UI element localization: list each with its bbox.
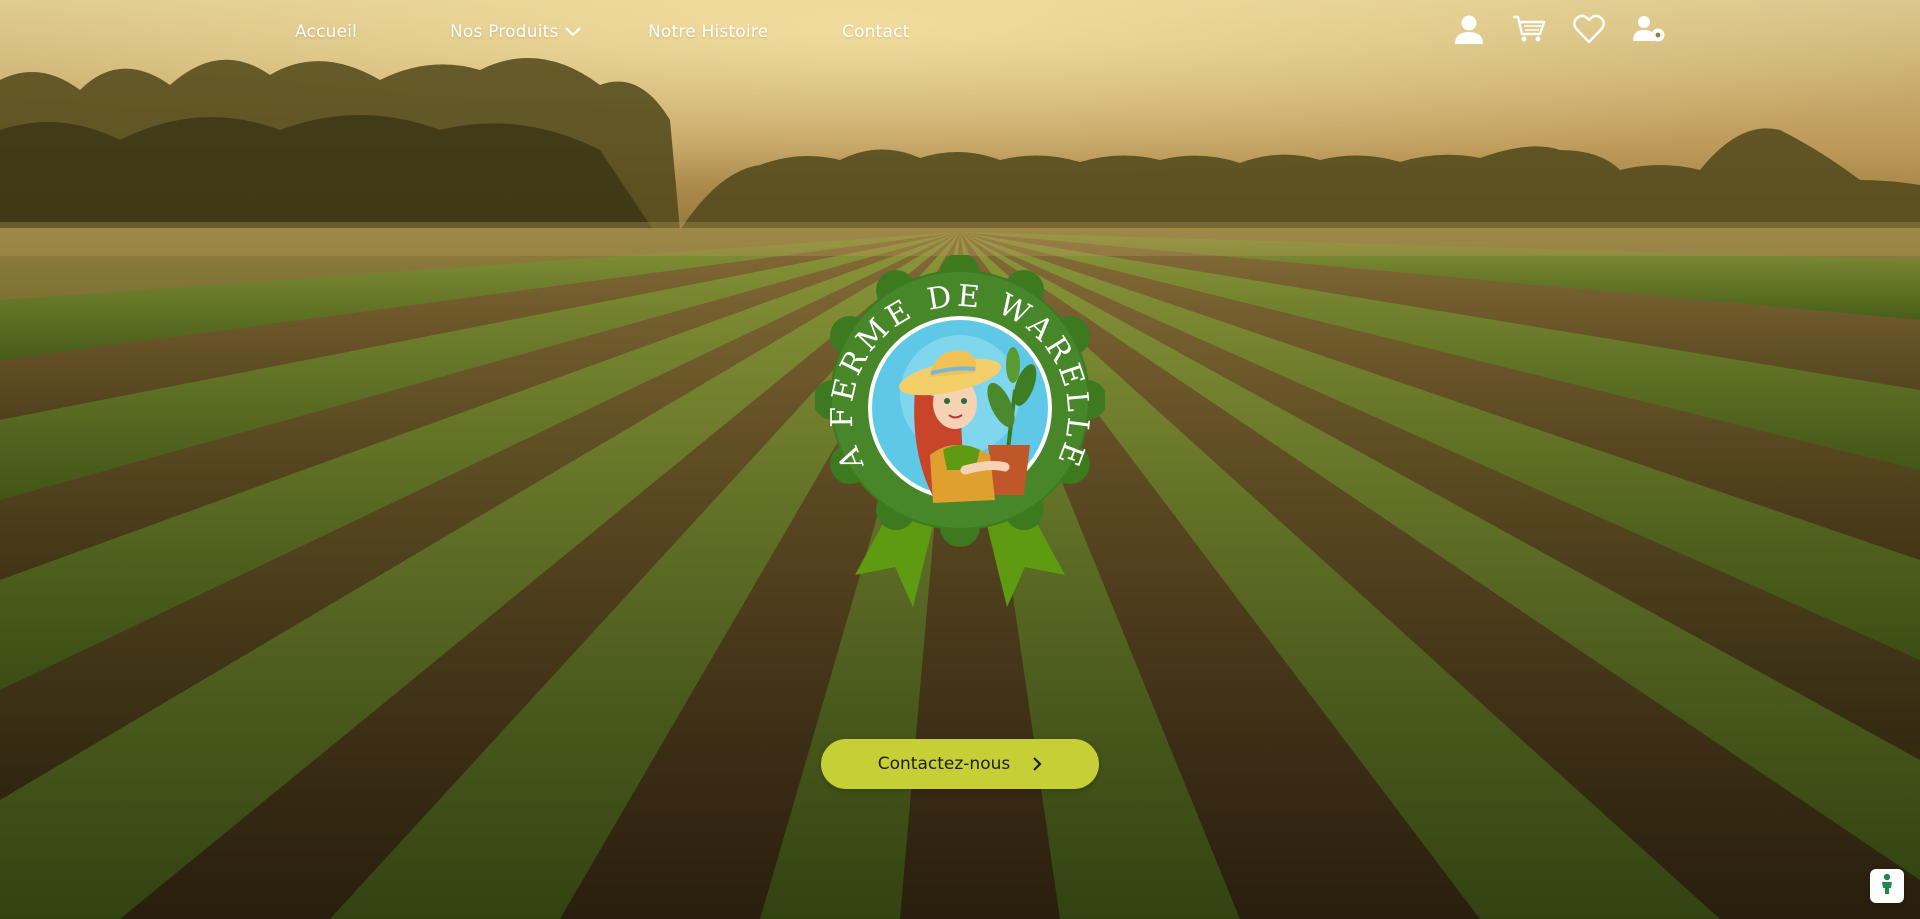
contact-us-button-label: Contactez-nous [877, 754, 1011, 774]
top-navigation: Accueil Nos Produits Notre Histoire Cont… [0, 0, 1920, 64]
user-icon[interactable] [1452, 12, 1486, 46]
heart-icon[interactable] [1572, 12, 1606, 46]
nav-link-contact[interactable]: Contact [842, 20, 910, 44]
contact-us-button[interactable]: Contactez-nous [821, 739, 1099, 789]
privacy-person-icon [1879, 873, 1895, 899]
chevron-down-icon [564, 20, 581, 44]
cart-icon[interactable] [1512, 12, 1546, 46]
nav-link-notre-histoire[interactable]: Notre Histoire [648, 20, 768, 44]
nav-link-nos-produits-label: Nos Produits [450, 22, 559, 42]
nav-link-accueil[interactable]: Accueil [295, 20, 357, 44]
chevron-right-icon [1032, 756, 1042, 772]
brand-logo: LA FERME DE WARELLES [803, 228, 1107, 610]
account-settings-icon[interactable] [1632, 12, 1666, 46]
nav-link-nos-produits[interactable]: Nos Produits [450, 20, 581, 44]
privacy-settings-button[interactable] [1870, 869, 1904, 903]
